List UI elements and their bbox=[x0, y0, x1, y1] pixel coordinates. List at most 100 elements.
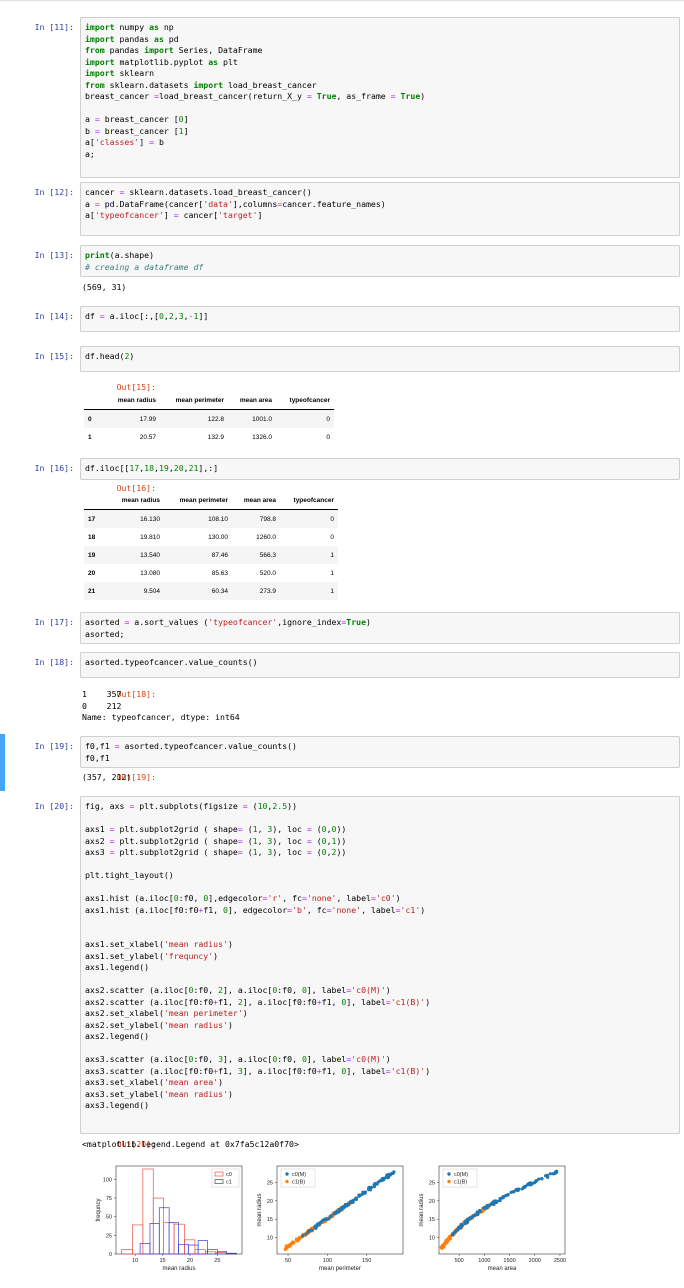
cell-19-output-text: (357, 212) bbox=[82, 772, 132, 782]
cell-18-source: asorted.typeofcancer.value_counts() bbox=[85, 657, 258, 667]
x-tick-label: 2500 bbox=[554, 1258, 566, 1264]
y-tick-label: 10 bbox=[429, 1236, 435, 1242]
y-tick-label: 50 bbox=[106, 1215, 112, 1221]
scatter-point-c0(M) bbox=[343, 1203, 348, 1207]
cell-12-code[interactable]: cancer = sklearn.datasets.load_breast_ca… bbox=[80, 182, 680, 236]
y-tick-label: 15 bbox=[429, 1217, 435, 1223]
legend-label: c0 bbox=[226, 1172, 232, 1178]
cell-13-code[interactable]: print(a.shape) # creaing a dataframe df bbox=[80, 245, 680, 277]
legend-label: c1 bbox=[226, 1180, 232, 1186]
row-index: 18 bbox=[88, 533, 96, 541]
cell-20-source: fig, axs = plt.subplots(figsize = (10,2.… bbox=[85, 801, 431, 1110]
cell-18-prompt: In [18]: bbox=[34, 657, 74, 667]
table-cell: 0 bbox=[330, 533, 334, 541]
x-tick-label: 25 bbox=[214, 1258, 220, 1264]
cell-20-code[interactable]: fig, axs = plt.subplots(figsize = (10,2.… bbox=[80, 796, 680, 1134]
table-cell: 798.8 bbox=[259, 515, 276, 523]
cell-16-prompt: In [16]: bbox=[34, 463, 74, 473]
table-column-header: typeofcancer bbox=[276, 391, 334, 410]
figure-svg: 10 15 20 25 0 25 50 75 100 mean radius frequncy c0 c… bbox=[96, 1165, 566, 1272]
scatter-point-c0(M) bbox=[466, 1217, 470, 1221]
scatter-point-c0(M) bbox=[304, 1232, 308, 1236]
scatter-point-c0(M) bbox=[546, 1175, 550, 1179]
table-cell: 13.540 bbox=[140, 551, 160, 559]
cell-13-output-text: (569, 31) bbox=[82, 282, 127, 292]
cell-19-source: f0,f1 = asorted.typeofcancer.value_count… bbox=[85, 741, 297, 763]
table-cell: 273.9 bbox=[259, 587, 276, 595]
table-cell: 1326.0 bbox=[252, 433, 272, 441]
x-axis-label: mean area bbox=[488, 1266, 517, 1272]
cell-19-output: (357, 212) bbox=[82, 772, 131, 784]
scatter-point-c0(M) bbox=[385, 1173, 389, 1177]
y-tick-label: 15 bbox=[267, 1217, 273, 1223]
cell-13-prompt: In [13]: bbox=[34, 250, 74, 260]
x-tick-label: 15 bbox=[160, 1258, 166, 1264]
scatter-point-c1(B) bbox=[440, 1246, 444, 1250]
cell-20-output: <matplotlib.legend.Legend at 0x7fa5c12a0… bbox=[82, 1139, 299, 1151]
scatter-point-c0(M) bbox=[379, 1179, 383, 1183]
scatter-point-c0(M) bbox=[512, 1189, 516, 1194]
cell-18-code[interactable]: asorted.typeofcancer.value_counts() bbox=[80, 652, 680, 678]
x-tick-label: 150 bbox=[362, 1258, 371, 1264]
scatter-point-c0(M) bbox=[515, 1187, 519, 1191]
cell-17-code[interactable]: asorted = a.sort_values ('typeofcancer',… bbox=[80, 612, 680, 644]
table-row: 20 13.080 85.63 520.0 1 bbox=[84, 564, 338, 582]
table-column-header: mean perimeter bbox=[160, 391, 228, 410]
scatter-point-c0(M) bbox=[337, 1209, 341, 1214]
row-index: 1 bbox=[88, 433, 92, 441]
table-cell: 85.63 bbox=[211, 569, 228, 577]
matplotlib-figure: 10 15 20 25 0 25 50 75 100 mean radius frequncy c0 c… bbox=[86, 1160, 572, 1284]
table-row: 18 19.810 130.00 1260.0 0 bbox=[84, 528, 338, 546]
y-tick-label: 75 bbox=[106, 1196, 112, 1202]
y-tick-label: 0 bbox=[109, 1252, 112, 1258]
x-tick-label: 100 bbox=[323, 1258, 332, 1264]
table-column-header bbox=[84, 391, 102, 410]
table-cell: 60.34 bbox=[211, 587, 228, 595]
scatter-point-c0(M) bbox=[316, 1222, 320, 1226]
table-column-header: mean radius bbox=[106, 491, 164, 510]
x-tick-label: 20 bbox=[187, 1258, 193, 1264]
x-axis-label: mean perimeter bbox=[319, 1266, 361, 1272]
cell-13-output: (569, 31) bbox=[82, 282, 126, 294]
cell-16-source: df.iloc[[17,18,19,20,21],:] bbox=[85, 463, 219, 473]
scatter-point-c0(M) bbox=[450, 1233, 455, 1237]
scatter-point-c0(M) bbox=[358, 1193, 362, 1197]
cell-19-code[interactable]: f0,f1 = asorted.typeofcancer.value_count… bbox=[80, 736, 680, 768]
y-tick-label: 100 bbox=[103, 1177, 112, 1183]
scatter-point-c0(M) bbox=[529, 1182, 533, 1187]
scatter-point-c0(M) bbox=[498, 1197, 502, 1201]
histogram-bar-c1 bbox=[158, 1207, 170, 1255]
histogram-bar-c0 bbox=[152, 1197, 165, 1255]
table-cell: 0 bbox=[326, 415, 330, 423]
scatter-point-c1(B) bbox=[296, 1238, 300, 1243]
row-index: 21 bbox=[88, 587, 96, 595]
table-cell: 16.130 bbox=[140, 515, 160, 523]
scatter-point-c0(M) bbox=[333, 1212, 337, 1216]
scatter-point-c0(M) bbox=[554, 1171, 558, 1175]
scatter-point-c0(M) bbox=[476, 1210, 480, 1214]
table-cell: 17.99 bbox=[139, 415, 156, 423]
x-tick-label: 10 bbox=[132, 1258, 138, 1264]
scatter-point-c0(M) bbox=[483, 1206, 488, 1210]
cell-11-code[interactable]: import numpy as np import pandas as pd f… bbox=[80, 17, 680, 178]
cell-20-output-text: <matplotlib.legend.Legend at 0x7fa5c12a0… bbox=[82, 1139, 299, 1149]
cell-11-prompt: In [11]: bbox=[34, 22, 74, 32]
table-cell: 1260.0 bbox=[256, 533, 276, 541]
scatter-point-c0(M) bbox=[504, 1193, 508, 1198]
scatter-point-c0(M) bbox=[301, 1234, 305, 1238]
table-cell: 87.46 bbox=[211, 551, 228, 559]
cell-17-prompt: In [17]: bbox=[34, 617, 74, 627]
cell-15-code[interactable]: df.head(2) bbox=[80, 346, 680, 372]
table-cell: 1 bbox=[330, 569, 334, 577]
histogram-bar-c0 bbox=[121, 1249, 133, 1255]
scatter-point-c0(M) bbox=[382, 1177, 386, 1181]
y-tick-label: 25 bbox=[267, 1181, 273, 1187]
table-cell: 20.57 bbox=[139, 433, 156, 441]
cell-14-code[interactable]: df = a.iloc[:,[0,2,3,-1]] bbox=[80, 306, 680, 332]
y-tick-label: 25 bbox=[429, 1181, 435, 1187]
cell-18-output: 1 357 0 212 Name: typeofcancer, dtype: i… bbox=[82, 689, 240, 724]
cell-19-prompt: In [19]: bbox=[34, 741, 74, 751]
histogram-bar-c1 bbox=[216, 1251, 228, 1255]
scatter-point-c0(M) bbox=[526, 1182, 530, 1186]
cell-16-code[interactable]: df.iloc[[17,18,19,20,21],:] bbox=[80, 458, 680, 480]
